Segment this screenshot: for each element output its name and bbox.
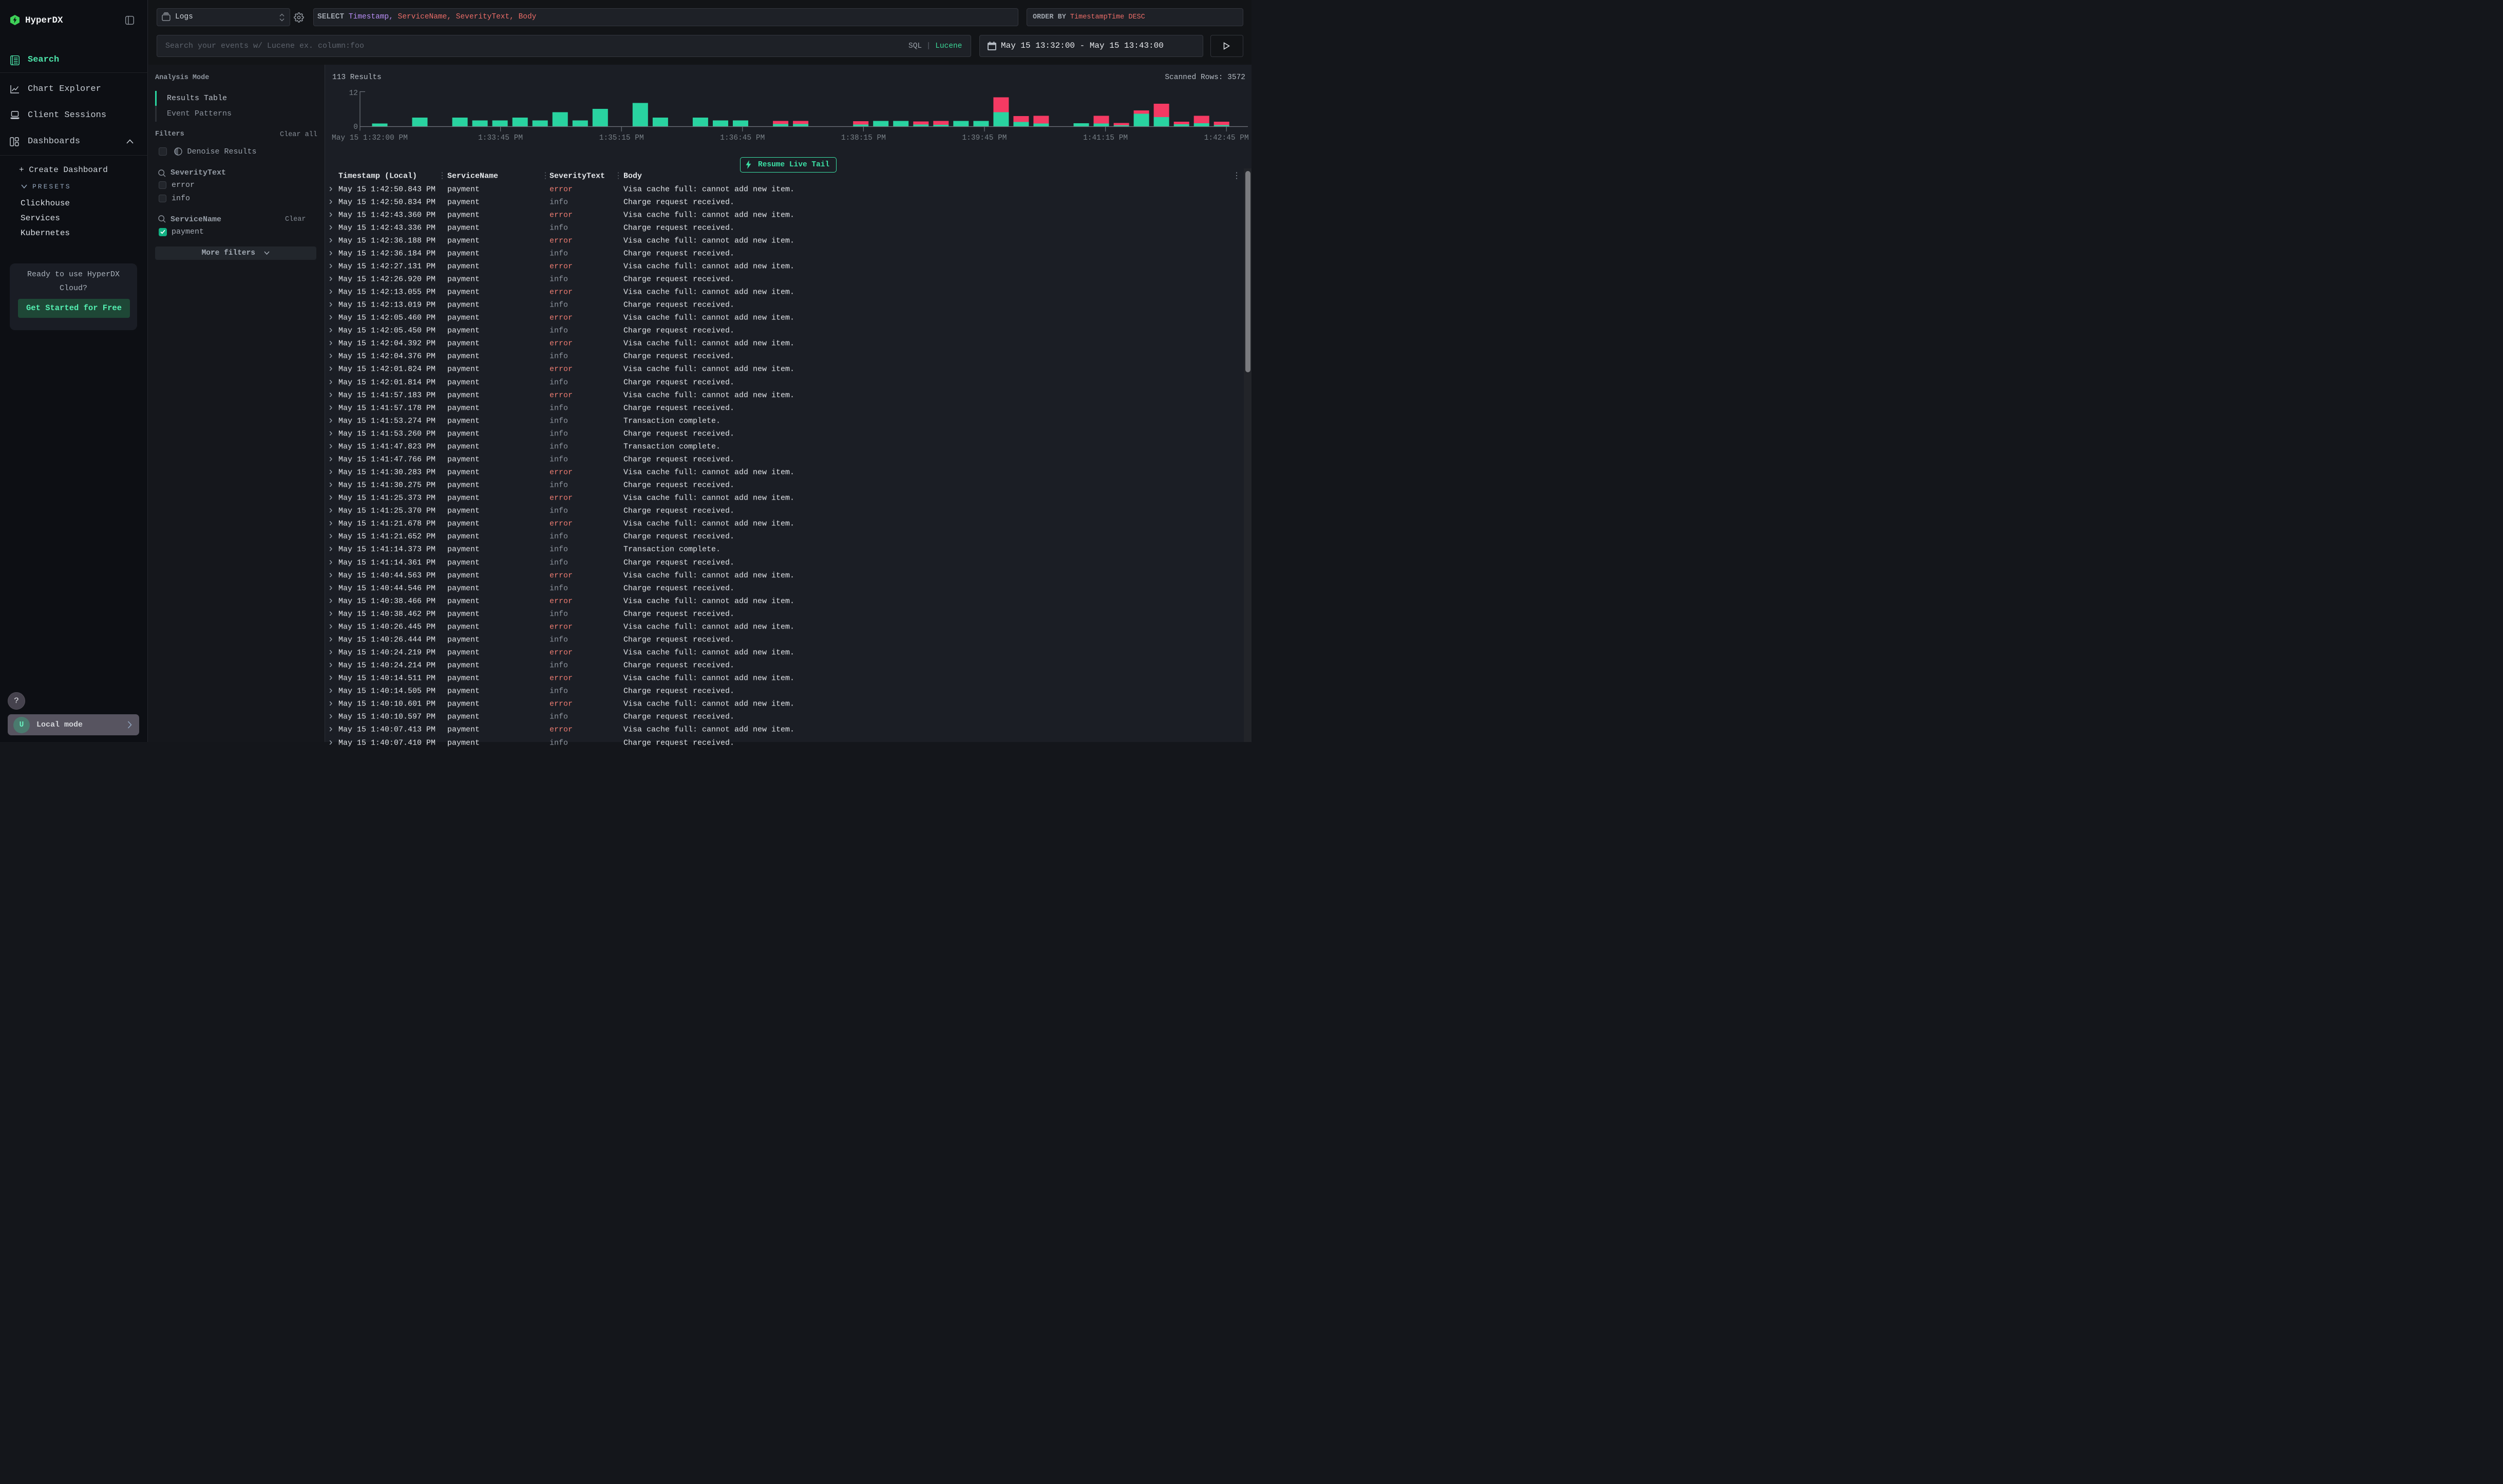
svg-text:1:33:45 PM: 1:33:45 PM (478, 134, 523, 142)
svg-text:1:42:45 PM: 1:42:45 PM (1204, 134, 1249, 142)
svg-text:1:38:15 PM: 1:38:15 PM (841, 134, 886, 142)
svg-text:1:39:45 PM: 1:39:45 PM (962, 134, 1007, 142)
svg-text:1:36:45 PM: 1:36:45 PM (720, 134, 765, 142)
svg-text:12: 12 (349, 89, 358, 98)
svg-text:1:41:15 PM: 1:41:15 PM (1083, 134, 1128, 142)
svg-text:May 15 1:32:00 PM: May 15 1:32:00 PM (332, 134, 408, 142)
svg-text:0: 0 (353, 123, 358, 131)
svg-text:1:35:15 PM: 1:35:15 PM (599, 134, 644, 142)
